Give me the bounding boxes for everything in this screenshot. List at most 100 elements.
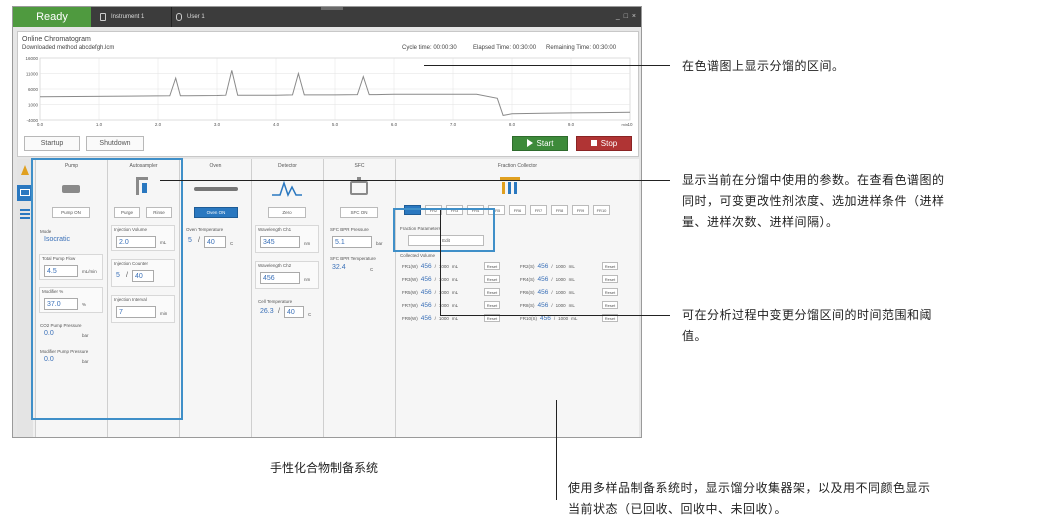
fraction-volume-value: 456 [420,263,432,270]
method-name: Downloaded method abcdefgh.lcm [22,45,115,51]
fraction-tab-8[interactable]: FR8 [551,205,568,215]
bpr-pressure-input[interactable]: 5.1 [332,236,372,248]
oven-temperature-input[interactable]: 40 [204,236,226,248]
oven-title: Oven [209,163,222,169]
reset-button[interactable]: Reset [602,262,618,270]
bpr-pressure-unit: bar [376,241,383,246]
fraction-volume-separator: / [434,277,436,282]
sfc-on-button[interactable]: SFC ON [340,207,378,218]
x-tick-label: 3.0 [214,122,221,127]
fraction-volume-separator: / [551,290,553,295]
start-button[interactable]: Start [512,136,568,151]
wavelength-ch1-input[interactable]: 345 [260,236,300,248]
annotation-2: 显示当前在分馏中使用的参数。在查看色谱图的 同时，可变更改性剂浓度、选加进样条件… [682,170,945,233]
detector-column: Detector Zero Wavelength Ch1 345 nm Wave… [251,159,323,437]
sfc-title: SFC [354,163,365,169]
user-tab[interactable]: User 1 [173,7,205,27]
sfc-icon [350,177,368,195]
annotation-4-line-1: 使用多样品制备系统时，显示馏分收集器架，以及用不同颜色显示 [568,481,931,495]
fraction-tab-7[interactable]: FR7 [530,205,547,215]
wavelength-ch2-unit: nm [304,277,311,282]
annotation-2-line-2: 同时，可变更改性剂浓度、选加进样条件（进样 [682,194,945,208]
y-tick-label: 6000 [28,87,39,92]
fraction-volume-value: 456 [420,302,432,309]
play-icon [526,139,533,147]
stop-button-label: Stop [600,139,618,148]
start-button-label: Start [536,139,554,148]
fraction-volume-separator: / [551,264,553,269]
fraction-name: FR1(W) [402,264,418,269]
x-tick-label: 5.0 [332,122,339,127]
fraction-volume-separator: / [434,264,436,269]
fraction-name: FR7(W) [402,303,418,308]
oven-temperature-current: 5 [188,237,192,244]
fraction-volume-separator: / [434,303,436,308]
fraction-tab-6[interactable]: FR6 [509,205,526,215]
fraction-volume-row: FR3(W) 456/1000 mL [402,276,461,283]
fraction-name: FR8(S) [520,303,535,308]
x-tick-label: 10 [627,122,633,127]
window-controls[interactable]: _ □ × [616,7,637,27]
x-tick-label: 9.0 [568,122,575,127]
oven-temperature-label: Oven Temperature [186,227,224,232]
fraction-volume-unit: mL [571,316,578,321]
fraction-volume-value: 456 [537,276,549,283]
reset-button[interactable]: Reset [602,275,618,283]
title-bar: Ready Instrument 1 User 1 _ □ × [13,7,641,27]
reset-button[interactable]: Reset [484,301,500,309]
fraction-tab-9[interactable]: FR9 [572,205,589,215]
fraction-volume-value: 456 [420,289,432,296]
wavelength-ch2-input[interactable]: 456 [260,272,300,284]
bpr-pressure-label: SFC BPR Pressure [330,227,369,232]
wavelength-ch1-unit: nm [304,241,311,246]
reset-button[interactable]: Reset [602,301,618,309]
highlight-parameters-box [31,158,183,420]
fraction-volume-separator: / [434,316,436,321]
oven-on-button[interactable]: Oven ON [194,207,238,218]
x-tick-label: 0.0 [37,122,44,127]
annotation-3: 可在分析过程中变更分馏区间的时间范围和阈 值。 [682,305,932,347]
fraction-name: FR9(W) [402,316,418,321]
zero-button[interactable]: Zero [268,207,306,218]
instrument-tab[interactable]: Instrument 1 [97,7,144,27]
fraction-volume-value: 456 [540,315,551,322]
x-unit-label: min [622,122,628,127]
fraction-volume-row: FR10(S) 456/1000 mL [520,315,580,322]
fraction-collector-column: Fraction Collector FR1 FR2 FR3 FR4 FR5 FR6 FR7… [395,159,639,437]
fraction-volume-unit: mL [568,277,575,282]
list-icon[interactable] [20,209,30,219]
drag-handle[interactable] [321,7,343,10]
fraction-collector-title: Fraction Collector [497,163,538,169]
fraction-name: FR2(S) [520,264,535,269]
fraction-volume-row: FR9(W) 456/1000 mL [402,315,461,322]
sfc-column: SFC SFC ON SFC BPR Pressure 5.1 bar SFC … [323,159,395,437]
chromatogram-panel: Online Chromatogram Downloaded method ab… [17,31,639,157]
chromatogram-title: Online Chromatogram [22,36,91,43]
fraction-volume-separator: / [551,303,553,308]
fraction-volume-total: 1000 [555,277,566,282]
annotation-3-line-1: 可在分析过程中变更分馏区间的时间范围和阈 [682,308,933,322]
fraction-volume-unit: mL [451,290,459,295]
fraction-tab-10[interactable]: FR10 [593,205,610,215]
user-tab-label: User 1 [187,14,205,20]
shutdown-button[interactable]: Shutdown [86,136,144,151]
startup-button[interactable]: Startup [24,136,80,151]
annotation-2-line-1: 显示当前在分馏中使用的参数。在查看色谱图的 [682,173,945,187]
reset-button[interactable]: Reset [484,275,500,283]
cell-temperature-input[interactable]: 40 [284,306,304,318]
oven-temperature-unit: C [230,241,234,246]
annotation-1: 在色谱图上显示分馏的区间。 [682,59,845,73]
instrument-icon [100,13,106,21]
fraction-name: FR5(W) [402,290,418,295]
fraction-volume-total: 1000 [555,264,566,269]
fraction-volume-value: 456 [537,302,549,309]
stop-button[interactable]: Stop [576,136,632,151]
reset-button[interactable]: Reset [484,288,500,296]
reset-button[interactable]: Reset [602,288,618,296]
fraction-volume-row: FR8(S) 456/1000 mL [520,302,578,309]
reset-button[interactable]: Reset [484,262,500,270]
flask-icon[interactable] [21,165,29,175]
x-tick-label: 1.0 [96,122,103,127]
callout-line-3a [440,210,441,315]
fraction-volume-unit: mL [568,290,575,295]
